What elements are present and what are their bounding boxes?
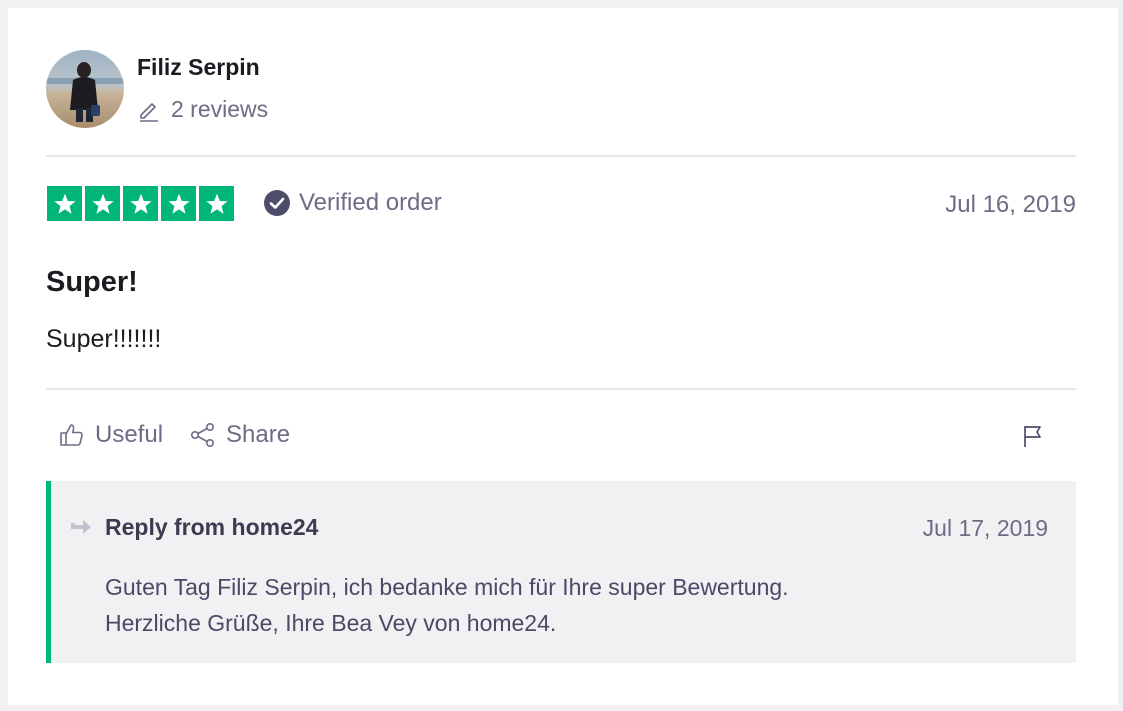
verified-badge[interactable]: Verified order xyxy=(263,189,442,217)
avatar-photo xyxy=(46,50,124,128)
review-body: Super!!!!!!! xyxy=(46,325,162,353)
star-icon xyxy=(47,186,82,221)
flag-button[interactable] xyxy=(1022,424,1044,448)
share-label: Share xyxy=(226,421,291,448)
review-date: Jul 16, 2019 xyxy=(945,191,1076,218)
star-icon xyxy=(199,186,234,221)
star-icon xyxy=(85,186,120,221)
reviews-count-label: 2 reviews xyxy=(171,96,269,122)
useful-button[interactable]: Useful xyxy=(59,421,163,449)
reviews-count[interactable]: 2 reviews xyxy=(137,96,268,123)
reply-line: Guten Tag Filiz Serpin, ich bedanke mich… xyxy=(105,574,789,600)
header-divider xyxy=(46,155,1076,157)
share-button[interactable]: Share xyxy=(190,421,290,449)
useful-label: Useful xyxy=(95,421,164,448)
content-divider xyxy=(46,388,1076,390)
star-icon xyxy=(123,186,158,221)
reply-line: Herzliche Grüße, Ihre Bea Vey von home24… xyxy=(105,610,557,636)
consumer-name[interactable]: Filiz Serpin xyxy=(137,54,260,81)
check-circle-icon xyxy=(263,189,291,217)
reply-header: Reply from home24 xyxy=(105,514,319,540)
verified-label: Verified order xyxy=(299,189,442,216)
thumbs-up-icon xyxy=(59,422,85,448)
avatar[interactable] xyxy=(46,50,124,128)
pencil-icon xyxy=(137,98,161,122)
star-icon xyxy=(161,186,196,221)
share-icon xyxy=(190,422,216,448)
company-reply: Reply from home24 Jul 17, 2019 Guten Tag… xyxy=(46,481,1076,663)
star-rating xyxy=(47,186,234,221)
review-title[interactable]: Super! xyxy=(46,266,138,299)
reply-date: Jul 17, 2019 xyxy=(922,515,1048,541)
flag-icon xyxy=(1022,424,1044,448)
review-card: Filiz Serpin 2 reviews Verified order Ju… xyxy=(8,8,1118,705)
reply-arrow-icon xyxy=(69,519,93,537)
reply-text: Guten Tag Filiz Serpin, ich bedanke mich… xyxy=(105,569,789,641)
